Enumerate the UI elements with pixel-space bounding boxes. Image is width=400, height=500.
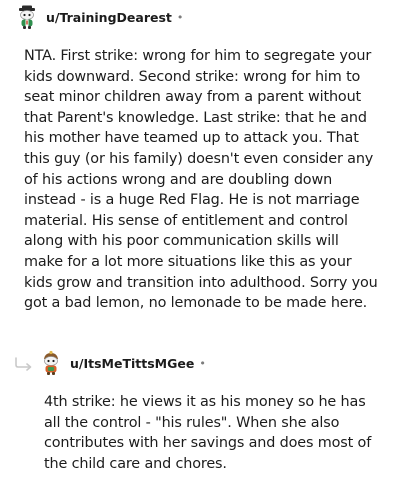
comment-body: 4th strike: he views it as his money so …	[44, 394, 372, 472]
reply-arrow-icon	[14, 356, 34, 371]
snoo-avatar-icon[interactable]	[14, 4, 40, 30]
comment-header: u/ItsMeTittsMGee •	[14, 349, 206, 377]
comment-body: NTA. First strike: wrong for him to segr…	[24, 48, 378, 312]
snoo-avatar-icon[interactable]	[38, 350, 64, 376]
comment-username[interactable]: u/ItsMeTittsMGee	[70, 356, 194, 371]
separator-dot: •	[176, 10, 184, 24]
comment-username[interactable]: u/TrainingDearest	[46, 10, 172, 25]
separator-dot: •	[199, 356, 206, 370]
comment-header: u/TrainingDearest •	[14, 3, 183, 31]
